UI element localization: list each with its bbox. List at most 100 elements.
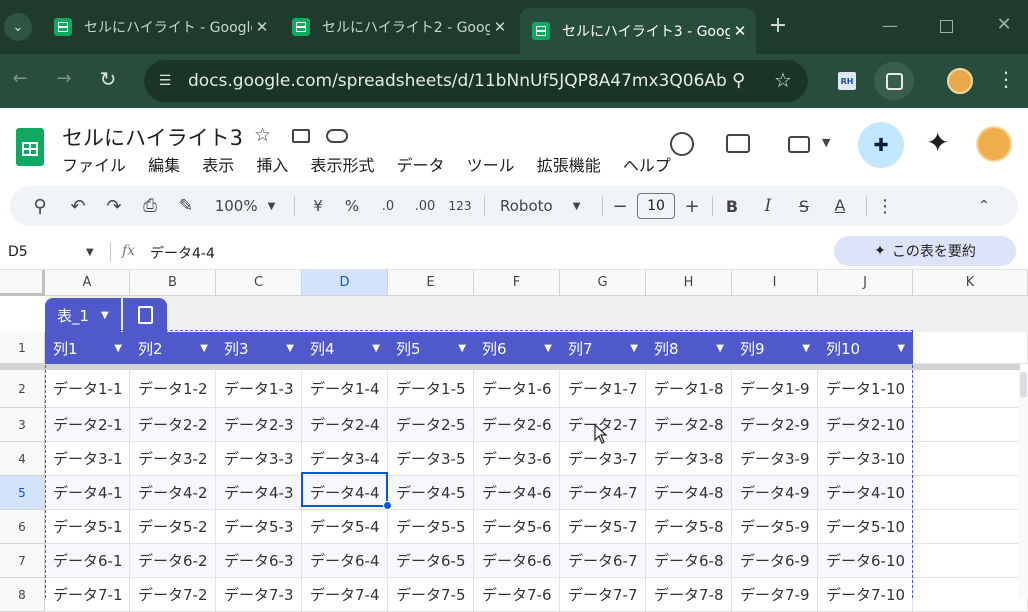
close-tab-icon[interactable]: ✕: [252, 18, 272, 36]
chevron-down-icon[interactable]: ▼: [458, 343, 466, 354]
font-size-increase-button[interactable]: +: [680, 186, 704, 226]
empty-cell[interactable]: [913, 578, 1028, 612]
table-cell[interactable]: データ1-5: [388, 370, 474, 408]
bookmark-star-icon[interactable]: ☆: [774, 68, 792, 92]
table-cell[interactable]: データ4-9: [732, 476, 818, 510]
chevron-down-icon[interactable]: ▼: [286, 343, 294, 354]
close-window-icon[interactable]: ✕: [994, 14, 1014, 36]
chevron-down-icon[interactable]: ▼: [716, 343, 724, 354]
row-header-8[interactable]: 8: [0, 578, 45, 612]
table-cell[interactable]: データ7-10: [818, 578, 913, 612]
table-cell[interactable]: データ3-2: [130, 442, 216, 476]
font-size-input[interactable]: 10: [637, 193, 675, 219]
table-header-cell[interactable]: 列6 ▼: [474, 332, 560, 364]
table-cell[interactable]: データ7-9: [732, 578, 818, 612]
column-header-b[interactable]: B: [130, 270, 216, 296]
maximize-icon[interactable]: [940, 20, 953, 33]
table-header-cell[interactable]: 列7 ▼: [560, 332, 646, 364]
menu-format[interactable]: 表示形式: [310, 156, 374, 175]
column-header-f[interactable]: F: [474, 270, 560, 296]
table-cell[interactable]: データ5-3: [216, 510, 302, 544]
new-tab-icon[interactable]: +: [766, 13, 790, 39]
row-header-4[interactable]: 4: [0, 442, 45, 476]
table-cell[interactable]: データ3-1: [45, 442, 130, 476]
menu-insert[interactable]: 挿入: [256, 156, 288, 175]
frozen-row-divider[interactable]: [0, 364, 1020, 370]
chevron-down-icon[interactable]: ▼: [114, 343, 122, 354]
table-cell[interactable]: データ7-1: [45, 578, 130, 612]
column-header-j[interactable]: J: [818, 270, 913, 296]
table-cell[interactable]: データ2-9: [732, 408, 818, 442]
table-header-cell[interactable]: 列8 ▼: [646, 332, 732, 364]
chevron-down-icon[interactable]: ▼: [200, 343, 208, 354]
chevron-down-icon[interactable]: ▼: [544, 343, 552, 354]
table-cell[interactable]: データ2-2: [130, 408, 216, 442]
empty-cell[interactable]: [913, 370, 1028, 408]
table-cell[interactable]: データ6-2: [130, 544, 216, 578]
column-header-h[interactable]: H: [646, 270, 732, 296]
more-options-icon[interactable]: ⋮: [876, 186, 894, 226]
menu-data[interactable]: データ: [397, 156, 445, 175]
table-cell[interactable]: データ3-5: [388, 442, 474, 476]
empty-cell[interactable]: [913, 442, 1028, 476]
row-header-6[interactable]: 6: [0, 510, 45, 544]
table-cell[interactable]: データ1-2: [130, 370, 216, 408]
strikethrough-button[interactable]: S: [792, 186, 816, 226]
table-cell[interactable]: データ4-1: [45, 476, 130, 510]
menu-extensions[interactable]: 拡張機能: [537, 156, 601, 175]
table-cell[interactable]: データ5-1: [45, 510, 130, 544]
table-cell[interactable]: データ4-5: [388, 476, 474, 510]
table-cell[interactable]: データ6-1: [45, 544, 130, 578]
table-cell[interactable]: データ1-8: [646, 370, 732, 408]
table-cell[interactable]: データ6-4: [302, 544, 388, 578]
rh-extension-icon[interactable]: RH: [838, 72, 856, 90]
table-cell[interactable]: データ2-5: [388, 408, 474, 442]
gemini-sparkle-icon[interactable]: ✦: [926, 128, 949, 158]
table-cell[interactable]: データ3-9: [732, 442, 818, 476]
table-cell[interactable]: データ7-5: [388, 578, 474, 612]
column-header-g[interactable]: G: [560, 270, 646, 296]
column-header-c[interactable]: C: [216, 270, 302, 296]
table-cell[interactable]: データ3-6: [474, 442, 560, 476]
chevron-down-icon[interactable]: ▼: [630, 343, 638, 354]
table-cell[interactable]: データ7-6: [474, 578, 560, 612]
account-avatar[interactable]: [976, 126, 1012, 162]
bold-button[interactable]: B: [720, 186, 744, 226]
table-cell[interactable]: データ6-8: [646, 544, 732, 578]
print-icon[interactable]: ⎙: [138, 186, 162, 226]
empty-cell[interactable]: [913, 544, 1028, 578]
table-cell[interactable]: データ7-8: [646, 578, 732, 612]
menu-edit[interactable]: 編集: [148, 156, 180, 175]
zoom-select[interactable]: 100% ▼: [208, 186, 282, 226]
table-cell[interactable]: データ5-7: [560, 510, 646, 544]
empty-cell[interactable]: [913, 408, 1028, 442]
table-cell[interactable]: データ6-5: [388, 544, 474, 578]
empty-cell[interactable]: [913, 510, 1028, 544]
table-cell[interactable]: データ5-10: [818, 510, 913, 544]
table-cell[interactable]: データ4-3: [216, 476, 302, 510]
column-header-e[interactable]: E: [388, 270, 474, 296]
table-cell[interactable]: データ7-3: [216, 578, 302, 612]
menu-help[interactable]: ヘルプ: [623, 156, 671, 175]
table-cell[interactable]: データ1-1: [45, 370, 130, 408]
table-header-cell[interactable]: 列1 ▼: [45, 332, 130, 364]
table-cell[interactable]: データ3-7: [560, 442, 646, 476]
table-cell[interactable]: データ4-6: [474, 476, 560, 510]
table-cell[interactable]: データ4-8: [646, 476, 732, 510]
table-cell[interactable]: データ3-3: [216, 442, 302, 476]
row-header-5[interactable]: 5: [0, 476, 45, 510]
row-header-3[interactable]: 3: [0, 408, 45, 442]
sheets-logo-icon[interactable]: [16, 128, 44, 166]
doc-title[interactable]: セルにハイライト3: [62, 122, 243, 152]
table-cell[interactable]: データ2-10: [818, 408, 913, 442]
meet-video-icon[interactable]: [788, 136, 810, 153]
table-cell[interactable]: データ1-3: [216, 370, 302, 408]
chevron-down-icon[interactable]: ▼: [822, 136, 830, 149]
row-header-1[interactable]: 1: [0, 332, 45, 364]
text-color-button[interactable]: A: [828, 186, 852, 226]
select-all-corner[interactable]: [0, 270, 45, 296]
table-cell[interactable]: データ3-4: [302, 442, 388, 476]
table-cell[interactable]: データ2-4: [302, 408, 388, 442]
scrollbar-thumb[interactable]: [1020, 372, 1027, 398]
minimize-icon[interactable]: —: [880, 16, 900, 36]
